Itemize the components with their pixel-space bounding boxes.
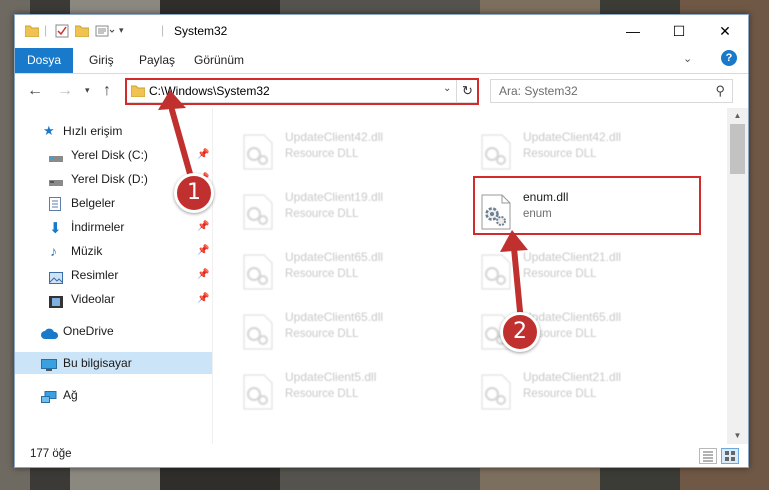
arrow-two-head (500, 230, 528, 252)
arrow-one-head (158, 90, 186, 110)
annotation-arrows (158, 90, 528, 325)
callout-badge-1: 1 (174, 173, 214, 213)
callout-badge-2: 2 (500, 312, 540, 352)
arrow-two-shaft (511, 245, 524, 325)
